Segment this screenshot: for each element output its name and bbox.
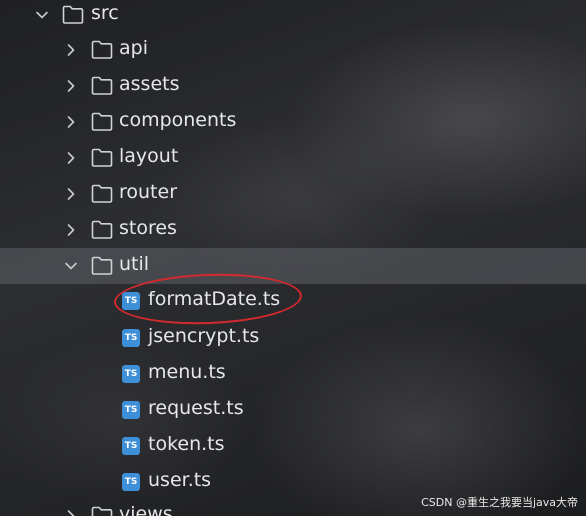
tree-row-src[interactable]: src [0, 0, 586, 33]
chevron-right-icon[interactable] [63, 114, 79, 130]
tree-row-jsencrypt[interactable]: TS jsencrypt.ts [0, 320, 586, 356]
folder-label-assets: assets [119, 73, 180, 95]
folder-icon [91, 40, 113, 59]
folder-label-views: views [119, 503, 173, 516]
file-label-formatDate: formatDate.ts [148, 288, 281, 310]
folder-icon [91, 256, 113, 275]
folder-label-router: router [119, 181, 178, 203]
tree-row-stores[interactable]: stores [0, 212, 586, 248]
tree-row-api[interactable]: api [0, 32, 586, 68]
typescript-file-icon: TS [122, 365, 140, 383]
folder-icon [91, 148, 113, 167]
typescript-file-icon: TS [122, 473, 140, 491]
tree-row-components[interactable]: components [0, 104, 586, 140]
file-label-request: request.ts [148, 397, 244, 419]
folder-label-api: api [119, 37, 148, 59]
chevron-right-icon[interactable] [63, 186, 79, 202]
file-label-user: user.ts [148, 469, 212, 491]
chevron-right-icon[interactable] [63, 508, 79, 516]
file-label-jsencrypt: jsencrypt.ts [148, 325, 260, 347]
tree-row-assets[interactable]: assets [0, 68, 586, 104]
folder-icon [91, 112, 113, 131]
chevron-right-icon[interactable] [63, 42, 79, 58]
chevron-right-icon[interactable] [63, 78, 79, 94]
tree-row-router[interactable]: router [0, 176, 586, 212]
file-label-menu: menu.ts [148, 361, 226, 383]
project-file-tree: src api assets components layout router … [0, 0, 586, 516]
chevron-right-icon[interactable] [63, 150, 79, 166]
tree-row-formatDate[interactable]: TS formatDate.ts [0, 283, 586, 319]
tree-row-menu[interactable]: TS menu.ts [0, 356, 586, 392]
tree-row-request[interactable]: TS request.ts [0, 392, 586, 428]
chevron-down-icon[interactable] [63, 258, 79, 274]
chevron-down-icon[interactable] [34, 7, 50, 23]
folder-icon [91, 220, 113, 239]
tree-row-layout[interactable]: layout [0, 140, 586, 176]
folder-icon [91, 76, 113, 95]
file-label-token: token.ts [148, 433, 225, 455]
typescript-file-icon: TS [122, 329, 140, 347]
folder-label-src: src [91, 2, 119, 24]
typescript-file-icon: TS [122, 401, 140, 419]
tree-row-util[interactable]: util [0, 248, 586, 284]
folder-label-util: util [119, 253, 150, 275]
chevron-right-icon[interactable] [63, 222, 79, 238]
watermark-text: CSDN @重生之我要当java大帝 [421, 496, 578, 509]
folder-label-layout: layout [119, 145, 179, 167]
folder-label-stores: stores [119, 217, 177, 239]
folder-icon [91, 506, 113, 516]
folder-icon [91, 184, 113, 203]
folder-label-components: components [119, 109, 237, 131]
tree-row-token[interactable]: TS token.ts [0, 428, 586, 464]
folder-icon [62, 5, 84, 24]
typescript-file-icon: TS [122, 292, 140, 310]
typescript-file-icon: TS [122, 437, 140, 455]
